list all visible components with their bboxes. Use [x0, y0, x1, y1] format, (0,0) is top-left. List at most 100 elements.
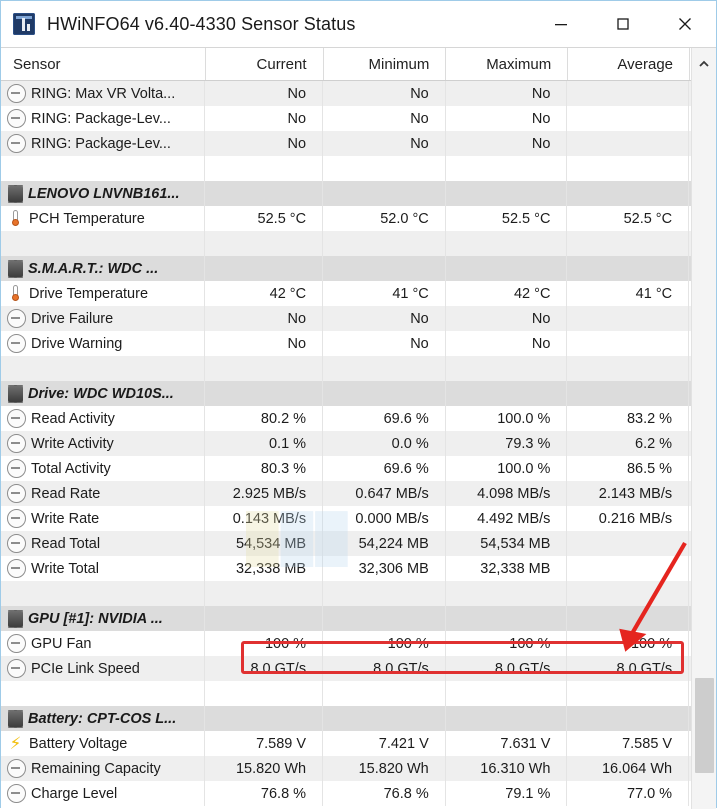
- cell-average: [567, 181, 690, 206]
- cell-maximum: No: [445, 81, 568, 106]
- table-row[interactable]: Write Rate 0.143 MB/s 0.000 MB/s 4.492 MB/s…: [1, 506, 716, 531]
- scrollbar-thumb[interactable]: [695, 678, 714, 773]
- cell-minimum: [323, 706, 446, 731]
- cell-minimum: [323, 231, 446, 256]
- bolt-icon: ⚡: [9, 734, 22, 753]
- column-header-maximum[interactable]: Maximum: [446, 48, 569, 80]
- sensor-label: Charge Level: [31, 785, 118, 802]
- cell-current: No: [205, 306, 324, 331]
- table-row[interactable]: RING: Max VR Volta... No No No: [1, 81, 716, 106]
- sensor-label: Total Activity: [31, 460, 111, 477]
- cell-average: [567, 81, 690, 106]
- table-row[interactable]: ⚡ Battery Voltage 7.589 V 7.421 V 7.631 V 7.5…: [1, 731, 716, 756]
- table-row[interactable]: GPU Fan 100 % 100 % 100 % 100 %: [1, 631, 716, 656]
- minimize-icon: [555, 24, 567, 26]
- cell-average: 0.216 MB/s: [567, 506, 690, 531]
- table-spacer-row: [1, 231, 716, 256]
- cell-sensor: Write Total: [1, 556, 206, 581]
- cell-sensor: PCIe Link Speed: [1, 656, 206, 681]
- table-group-header-row[interactable]: Battery: CPT-COS L...: [1, 706, 716, 731]
- cell-current: No: [205, 106, 324, 131]
- cell-sensor: RING: Package-Lev...: [1, 106, 206, 131]
- table-row[interactable]: PCIe Link Speed 8.0 GT/s 8.0 GT/s 8.0 GT/s 8…: [1, 656, 716, 681]
- cell-average: [567, 706, 690, 731]
- cell-maximum: 52.5 °C: [445, 206, 568, 231]
- cell-maximum: [445, 606, 568, 631]
- close-icon: [679, 18, 691, 30]
- column-header-current[interactable]: Current: [206, 48, 324, 80]
- cell-maximum: [445, 231, 568, 256]
- cell-average: [567, 356, 690, 381]
- cell-minimum: [323, 356, 446, 381]
- cell-current: 100 %: [205, 631, 324, 656]
- gauge-icon: [7, 784, 26, 803]
- sensor-label: Write Activity: [31, 435, 114, 452]
- cell-sensor: Battery: CPT-COS L...: [1, 706, 206, 731]
- column-header-average[interactable]: Average: [568, 48, 691, 80]
- column-header-sensor[interactable]: Sensor: [1, 48, 206, 80]
- table-row[interactable]: RING: Package-Lev... No No No: [1, 106, 716, 131]
- cell-sensor: LENOVO LNVNB161...: [1, 181, 206, 206]
- table-row[interactable]: Drive Warning No No No: [1, 331, 716, 356]
- table-row[interactable]: Write Activity 0.1 % 0.0 % 79.3 % 6.2 %: [1, 431, 716, 456]
- sensor-label: Battery Voltage: [29, 735, 128, 752]
- hwinfo-sensor-status-window: HWiNFO64 v6.40-4330 Sensor Status Sensor…: [0, 0, 717, 809]
- table-row[interactable]: Read Total 54,534 MB 54,224 MB 54,534 MB: [1, 531, 716, 556]
- gauge-icon: [7, 334, 26, 353]
- cell-current: 2.925 MB/s: [205, 481, 324, 506]
- table-group-header-row[interactable]: LENOVO LNVNB161...: [1, 181, 716, 206]
- sensor-label: Read Total: [31, 535, 101, 552]
- cell-maximum: 100 %: [445, 631, 568, 656]
- table-row[interactable]: Remaining Capacity 15.820 Wh 15.820 Wh 16.3…: [1, 756, 716, 781]
- table-row[interactable]: Read Activity 80.2 % 69.6 % 100.0 % 83.2 %: [1, 406, 716, 431]
- close-button[interactable]: [654, 1, 716, 47]
- cell-average: 41 °C: [567, 281, 690, 306]
- column-header-minimum[interactable]: Minimum: [324, 48, 447, 80]
- sensor-label: Drive Failure: [31, 310, 114, 327]
- vertical-scrollbar[interactable]: [691, 48, 716, 809]
- table-row[interactable]: Drive Failure No No No: [1, 306, 716, 331]
- table-row[interactable]: Write Total 32,338 MB 32,306 MB 32,338 MB: [1, 556, 716, 581]
- sensor-label: PCH Temperature: [29, 210, 145, 227]
- cell-average: [567, 131, 690, 156]
- chevron-up-icon: [699, 60, 709, 67]
- cell-minimum: 8.0 GT/s: [323, 656, 446, 681]
- cell-current: [205, 581, 324, 606]
- cell-maximum: [445, 681, 568, 706]
- table-row[interactable]: Read Rate 2.925 MB/s 0.647 MB/s 4.098 MB/s 2…: [1, 481, 716, 506]
- cell-maximum: No: [445, 306, 568, 331]
- cell-sensor: [1, 356, 206, 381]
- table-group-header-row[interactable]: S.M.A.R.T.: WDC ...: [1, 256, 716, 281]
- cell-minimum: 7.421 V: [323, 731, 446, 756]
- minimize-button[interactable]: [530, 1, 592, 47]
- sensor-label: GPU Fan: [31, 635, 92, 652]
- maximize-button[interactable]: [592, 1, 654, 47]
- gauge-icon: [7, 509, 26, 528]
- hwinfo-app-icon: [13, 13, 35, 35]
- table-group-header-row[interactable]: GPU [#1]: NVIDIA ...: [1, 606, 716, 631]
- cell-minimum: [323, 581, 446, 606]
- cell-maximum: No: [445, 331, 568, 356]
- cell-average: 86.5 %: [567, 456, 690, 481]
- window-title: HWiNFO64 v6.40-4330 Sensor Status: [47, 13, 356, 34]
- cell-current: 7.589 V: [205, 731, 324, 756]
- gauge-icon: [7, 534, 26, 553]
- cell-minimum: 41 °C: [323, 281, 446, 306]
- cell-minimum: No: [323, 331, 446, 356]
- table-row[interactable]: RING: Package-Lev... No No No: [1, 131, 716, 156]
- sensor-label: Read Rate: [31, 485, 101, 502]
- scroll-up-button[interactable]: [692, 48, 716, 80]
- sensor-table: Sensor Current Minimum Maximum Average R…: [1, 48, 716, 809]
- table-row[interactable]: Drive Temperature 42 °C 41 °C 42 °C 41 °C: [1, 281, 716, 306]
- cell-sensor: GPU [#1]: NVIDIA ...: [1, 606, 206, 631]
- table-row[interactable]: Total Activity 80.3 % 69.6 % 100.0 % 86.5 %: [1, 456, 716, 481]
- cell-maximum: [445, 181, 568, 206]
- table-row[interactable]: Charge Level 76.8 % 76.8 % 79.1 % 77.0 %: [1, 781, 716, 806]
- cell-minimum: 52.0 °C: [323, 206, 446, 231]
- cell-sensor: Drive Temperature: [1, 281, 206, 306]
- cell-minimum: [323, 181, 446, 206]
- table-row[interactable]: PCH Temperature 52.5 °C 52.0 °C 52.5 °C 52.5…: [1, 206, 716, 231]
- table-group-header-row[interactable]: Drive: WDC WD10S...: [1, 381, 716, 406]
- cell-sensor: [1, 681, 206, 706]
- cell-minimum: 32,306 MB: [323, 556, 446, 581]
